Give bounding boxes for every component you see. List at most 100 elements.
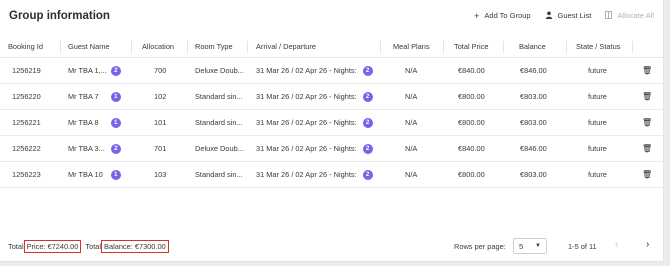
- guest-name: Mr TBA 8: [68, 118, 99, 127]
- rows-per-page-select[interactable]: 5 ▼: [513, 238, 547, 254]
- dates-text: 31 Mar 26 / 02 Apr 26 - Nights:: [256, 144, 357, 153]
- delete-icon[interactable]: 🗑: [642, 162, 652, 187]
- column-header-arrival-departure[interactable]: Arrival / Departure: [256, 36, 316, 57]
- dates-text: 31 Mar 26 / 02 Apr 26 - Nights:: [256, 118, 357, 127]
- table-row[interactable]: 1256221 Mr TBA 8 1 101 Standard sin... 31…: [0, 110, 664, 136]
- guest-list-button[interactable]: Guest List: [545, 11, 592, 20]
- balance-cell: €846.00: [520, 144, 547, 153]
- delete-icon[interactable]: 🗑: [642, 136, 652, 161]
- total-price-prefix: Total: [8, 241, 24, 251]
- room-type-cell: Standard sin...: [195, 92, 243, 101]
- nights-badge: 2: [362, 117, 373, 128]
- delete-icon[interactable]: 🗑: [642, 110, 652, 135]
- booking-id-cell: 1256221: [12, 118, 41, 127]
- guest-count-badge[interactable]: 2: [110, 143, 121, 154]
- column-divider: [380, 41, 381, 53]
- balance-cell: €803.00: [520, 170, 547, 179]
- column-divider: [60, 41, 61, 53]
- column-header-state-status[interactable]: State / Status: [576, 36, 620, 57]
- dates-text: 31 Mar 26 / 02 Apr 26 - Nights:: [256, 170, 357, 179]
- column-header-balance[interactable]: Balance: [519, 36, 546, 57]
- allocation-cell: 102: [154, 92, 167, 101]
- guest-count-badge[interactable]: 1: [110, 117, 121, 128]
- table-row[interactable]: 1256222 Mr TBA 3... 2 701 Deluxe Doub... …: [0, 136, 664, 162]
- table-row[interactable]: 1256220 Mr TBA 7 1 102 Standard sin... 31…: [0, 84, 664, 110]
- add-to-group-button[interactable]: + Add To Group: [474, 11, 530, 20]
- next-page-icon[interactable]: ›: [646, 239, 649, 250]
- allocate-all-button[interactable]: Allocate All: [605, 11, 654, 20]
- table-header: Booking Id Guest Name Allocation Room Ty…: [0, 36, 664, 58]
- arrival-departure-cell: 31 Mar 26 / 02 Apr 26 - Nights: 2: [256, 84, 373, 109]
- totals-summary: Total Price: €7240.00 Total Balance: €73…: [8, 234, 169, 258]
- pagination-range: 1-5 of 11: [568, 241, 597, 251]
- table-footer: Total Price: €7240.00 Total Balance: €73…: [0, 234, 664, 258]
- column-divider: [566, 41, 567, 53]
- allocate-all-label: Allocate All: [617, 11, 654, 20]
- column-header-allocation[interactable]: Allocation: [142, 36, 174, 57]
- arrival-departure-cell: 31 Mar 26 / 02 Apr 26 - Nights: 2: [256, 162, 373, 187]
- column-divider: [632, 41, 633, 53]
- guest-name-cell: Mr TBA 3... 2: [68, 136, 121, 161]
- column-divider: [187, 41, 188, 53]
- arrival-departure-cell: 31 Mar 26 / 02 Apr 26 - Nights: 2: [256, 58, 373, 83]
- nights-badge: 2: [362, 169, 373, 180]
- column-header-guest-name[interactable]: Guest Name: [68, 36, 110, 57]
- allocation-cell: 103: [154, 170, 167, 179]
- delete-icon[interactable]: 🗑: [642, 58, 652, 83]
- booking-id-cell: 1256220: [12, 92, 41, 101]
- previous-page-icon[interactable]: ‹: [615, 239, 618, 250]
- meal-plans-cell: N/A: [405, 170, 418, 179]
- meal-plans-cell: N/A: [405, 92, 418, 101]
- group-information-panel: Group information + Add To Group Guest L…: [0, 0, 664, 262]
- guest-name-cell: Mr TBA 8 1: [68, 110, 121, 135]
- booking-id-cell: 1256222: [12, 144, 41, 153]
- column-header-total-price[interactable]: Total Price: [454, 36, 489, 57]
- delete-icon[interactable]: 🗑: [642, 84, 652, 109]
- column-divider: [131, 41, 132, 53]
- person-icon: [545, 11, 553, 20]
- guest-count-badge[interactable]: 2: [110, 65, 121, 76]
- total-price-cell: €840.00: [458, 66, 485, 75]
- guest-name-cell: Mr TBA 7 1: [68, 84, 121, 109]
- guest-name: Mr TBA 3...: [68, 144, 105, 153]
- total-balance-value: Balance: €7300.00: [101, 239, 169, 253]
- status-cell: future: [588, 92, 607, 101]
- balance-cell: €846.00: [520, 66, 547, 75]
- arrival-departure-cell: 31 Mar 26 / 02 Apr 26 - Nights: 2: [256, 136, 373, 161]
- allocate-icon: [605, 11, 613, 20]
- group-bookings-table: Booking Id Guest Name Allocation Room Ty…: [0, 36, 664, 188]
- column-divider: [247, 41, 248, 53]
- total-price-cell: €840.00: [458, 144, 485, 153]
- table-row[interactable]: 1256219 Mr TBA 1,... 2 700 Deluxe Doub...…: [0, 58, 664, 84]
- guest-name-cell: Mr TBA 1,... 2: [68, 58, 121, 83]
- allocation-cell: 101: [154, 118, 167, 127]
- column-divider: [443, 41, 444, 53]
- table-row[interactable]: 1256223 Mr TBA 10 1 103 Standard sin... 3…: [0, 162, 664, 188]
- guest-list-label: Guest List: [557, 11, 592, 20]
- booking-id-cell: 1256223: [12, 170, 41, 179]
- status-cell: future: [588, 170, 607, 179]
- nights-badge: 2: [362, 91, 373, 102]
- meal-plans-cell: N/A: [405, 144, 418, 153]
- column-header-room-type[interactable]: Room Type: [195, 36, 233, 57]
- room-type-cell: Standard sin...: [195, 118, 243, 127]
- allocation-cell: 700: [154, 66, 167, 75]
- status-cell: future: [588, 66, 607, 75]
- total-balance-prefix: Total: [85, 241, 102, 251]
- guest-name-cell: Mr TBA 10 1: [68, 162, 121, 187]
- room-type-cell: Standard sin...: [195, 170, 243, 179]
- guest-count-badge[interactable]: 1: [110, 91, 121, 102]
- balance-cell: €803.00: [520, 118, 547, 127]
- status-cell: future: [588, 118, 607, 127]
- nights-badge: 2: [362, 143, 373, 154]
- rows-per-page-label: Rows per page:: [454, 241, 506, 251]
- guest-count-badge[interactable]: 1: [110, 169, 121, 180]
- room-type-cell: Deluxe Doub...: [195, 144, 244, 153]
- header-actions: + Add To Group Guest List Allocate All: [474, 11, 654, 20]
- column-header-meal-plans[interactable]: Meal Plans: [393, 36, 430, 57]
- arrival-departure-cell: 31 Mar 26 / 02 Apr 26 - Nights: 2: [256, 110, 373, 135]
- column-header-booking-id[interactable]: Booking Id: [8, 36, 43, 57]
- plus-icon: +: [474, 10, 480, 21]
- dates-text: 31 Mar 26 / 02 Apr 26 - Nights:: [256, 66, 357, 75]
- page-title: Group information: [9, 10, 110, 22]
